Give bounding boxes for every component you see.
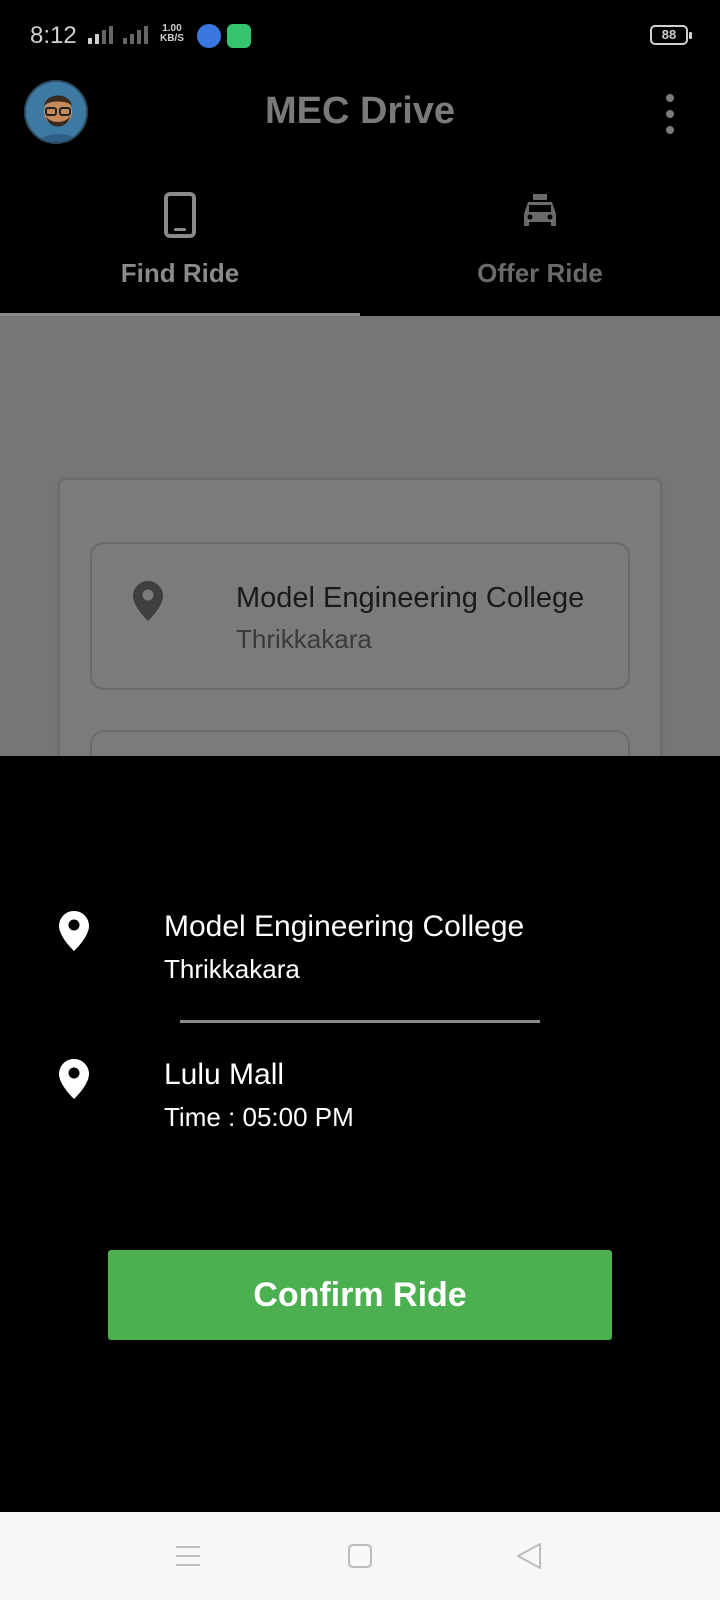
destination-place: Lulu Mall (164, 1058, 285, 1091)
route-divider (180, 1020, 540, 1023)
app-bar: MEC Drive (0, 72, 720, 182)
ride-time: Time : 05:00 PM (164, 1102, 354, 1132)
tab-label: Offer Ride (477, 258, 603, 288)
location-pin-icon (132, 580, 164, 627)
signal-icons (88, 24, 148, 44)
confirm-ride-sheet: Model Engineering College Thrikkakara Lu… (0, 756, 720, 1512)
ride-form-card: Model Engineering College Thrikkakara (60, 480, 660, 756)
origin-place: Model Engineering College (164, 910, 525, 943)
car-icon (520, 192, 560, 237)
back-icon[interactable] (510, 1538, 550, 1574)
from-location-field[interactable]: Model Engineering College Thrikkakara (90, 542, 630, 690)
net-speed-unit: KB/S (160, 33, 184, 44)
recent-apps-icon[interactable] (168, 1538, 208, 1574)
notification-app-icon (227, 24, 251, 48)
confirm-ride-button[interactable]: Confirm Ride (108, 1250, 612, 1340)
app-title: MEC Drive (264, 90, 456, 132)
scrim-content: Model Engineering College Thrikkakara (0, 316, 720, 756)
location-pin-icon (58, 1058, 90, 1105)
battery-icon: 88 (650, 25, 692, 45)
home-icon[interactable] (340, 1538, 380, 1574)
status-time: 8:12 (30, 22, 77, 49)
signal-off-icon (123, 24, 148, 44)
signal-icon (88, 24, 113, 44)
status-bar: 8:12 1.00 KB/S 88 (0, 0, 720, 72)
tab-bar: Find Ride Offer Ride (0, 180, 720, 316)
overflow-menu-icon[interactable] (658, 94, 682, 134)
location-pin-icon (58, 910, 90, 957)
system-nav-bar (0, 1512, 720, 1600)
tab-label: Find Ride (120, 258, 240, 288)
tab-find-ride[interactable]: Find Ride (0, 180, 360, 316)
net-speed: 1.00 KB/S (160, 24, 184, 44)
from-area: Thrikkakara (236, 624, 372, 654)
to-location-field[interactable] (90, 730, 630, 756)
tab-offer-ride[interactable]: Offer Ride (360, 180, 720, 316)
notification-app-icon (197, 24, 221, 48)
origin-area: Thrikkakara (164, 954, 300, 984)
phone-icon (164, 192, 196, 243)
from-place: Model Engineering College (236, 582, 585, 614)
